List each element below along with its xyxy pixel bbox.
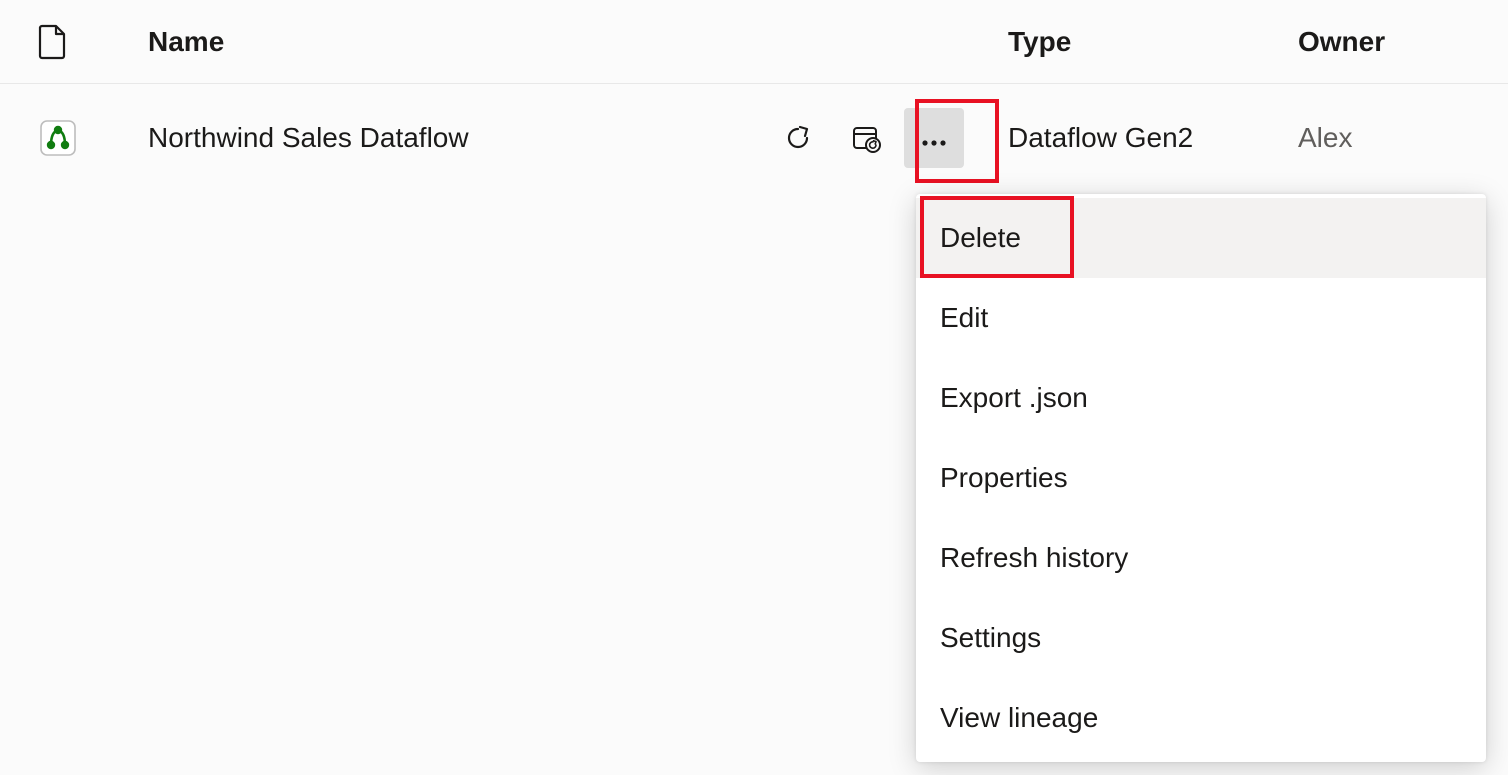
calendar-refresh-icon [851,123,881,153]
row-owner: Alex [1298,122,1498,154]
row-type: Dataflow Gen2 [1008,122,1298,154]
schedule-refresh-button[interactable] [836,108,896,168]
row-actions [768,108,1008,168]
refresh-icon [784,124,812,152]
column-header-type[interactable]: Type [1008,26,1298,58]
column-header-owner[interactable]: Owner [1298,26,1498,58]
menu-item-refresh-history[interactable]: Refresh history [916,518,1486,598]
menu-item-view-lineage[interactable]: View lineage [916,678,1486,758]
refresh-button[interactable] [768,108,828,168]
header-icon-column [38,24,148,60]
workspace-items-panel: Name Type Owner Northwind Sales Dataflow [0,0,1508,775]
context-menu: Delete Edit Export .json Properties Refr… [916,194,1486,762]
row-name[interactable]: Northwind Sales Dataflow [148,122,768,154]
table-header: Name Type Owner [0,0,1508,84]
file-icon [38,24,68,60]
menu-item-delete[interactable]: Delete [916,198,1486,278]
dataflow-icon [38,118,78,158]
row-item-icon [38,118,148,158]
menu-item-edit[interactable]: Edit [916,278,1486,358]
table-row[interactable]: Northwind Sales Dataflow [0,84,1508,192]
more-options-button[interactable] [904,108,964,168]
menu-item-properties[interactable]: Properties [916,438,1486,518]
ellipsis-icon [921,124,947,152]
menu-item-settings[interactable]: Settings [916,598,1486,678]
menu-item-export-json[interactable]: Export .json [916,358,1486,438]
column-header-name[interactable]: Name [148,26,768,58]
